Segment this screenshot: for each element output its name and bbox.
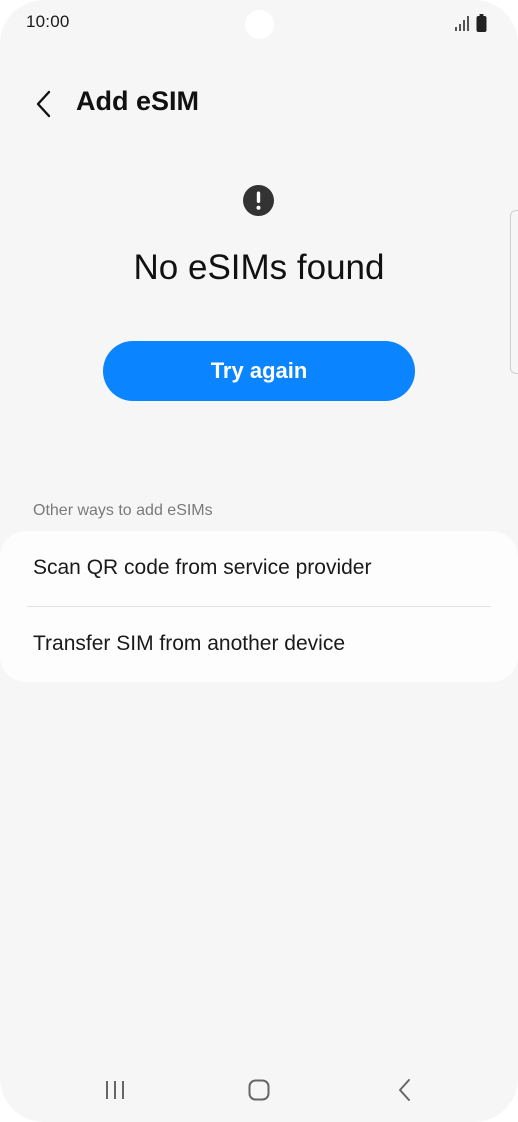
- nav-back-button[interactable]: [385, 1070, 425, 1110]
- home-button[interactable]: [239, 1070, 279, 1110]
- chevron-left-icon: [36, 90, 51, 118]
- transfer-sim-item[interactable]: Transfer SIM from another device: [33, 632, 345, 656]
- scroll-handle[interactable]: [510, 210, 518, 374]
- scan-qr-code-item[interactable]: Scan QR code from service provider: [33, 556, 371, 580]
- page-title: Add eSIM: [76, 86, 200, 116]
- back-icon: [399, 1079, 410, 1101]
- back-button[interactable]: [26, 84, 62, 124]
- phone-screen: 10:00 Add eSIM No eSIMs found Try again …: [0, 0, 518, 1122]
- no-esims-message: No eSIMs found: [133, 248, 385, 287]
- status-time: 10:00: [26, 12, 70, 31]
- battery-icon: [476, 14, 487, 32]
- alert-circle-icon: [243, 185, 274, 216]
- try-again-button[interactable]: Try again: [103, 341, 415, 401]
- front-camera: [245, 10, 274, 39]
- recents-icon: [106, 1081, 124, 1099]
- home-icon: [248, 1079, 270, 1101]
- recents-button[interactable]: [95, 1070, 135, 1110]
- section-label: Other ways to add eSIMs: [33, 502, 213, 519]
- signal-icon: [455, 16, 469, 31]
- divider: [27, 606, 491, 607]
